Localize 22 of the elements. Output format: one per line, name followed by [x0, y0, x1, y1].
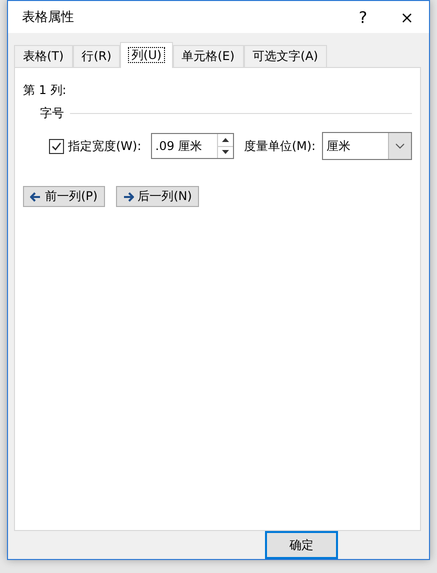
section-title: 字号 — [40, 105, 64, 122]
help-button[interactable]: ? — [341, 1, 385, 33]
next-column-button[interactable]: 后一列(N) — [116, 186, 199, 207]
tab[interactable]: 可选文字(A) — [244, 45, 328, 67]
window-title: 表格属性 — [22, 9, 75, 26]
previous-column-button[interactable]: 前一列(P) — [23, 186, 105, 207]
close-button[interactable]: × — [385, 1, 429, 33]
checkmark-icon — [51, 140, 62, 152]
width-field[interactable]: .09 厘米 — [151, 133, 234, 159]
width-label: 指定宽度(W): — [68, 138, 142, 154]
column-heading: 第 1 列: — [23, 82, 68, 99]
chevron-down-icon — [395, 143, 405, 149]
arrow-left-icon — [30, 192, 41, 202]
tab[interactable]: 列(U) — [120, 42, 173, 68]
tab[interactable]: 单元格(E) — [172, 45, 244, 67]
unit-label: 度量单位(M): — [244, 138, 316, 154]
tab[interactable]: 表格(T) — [14, 45, 73, 67]
arrow-right-icon — [122, 192, 134, 202]
tab[interactable]: 行(R) — [72, 45, 120, 67]
unit-dropdown[interactable]: 厘米 — [322, 132, 412, 160]
ok-button[interactable]: 确定 — [265, 531, 338, 559]
width-checkbox[interactable] — [49, 138, 64, 154]
